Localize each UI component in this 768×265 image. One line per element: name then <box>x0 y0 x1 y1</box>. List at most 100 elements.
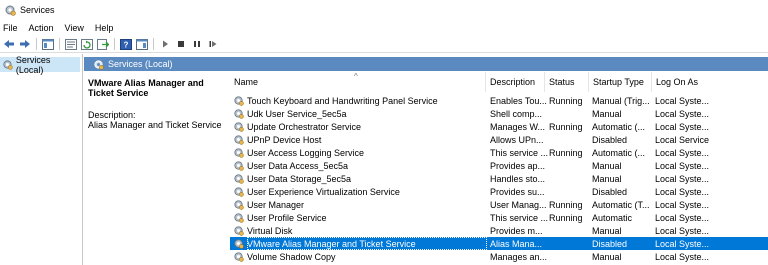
properties-icon[interactable] <box>64 38 77 51</box>
service-gear-icon <box>233 238 244 249</box>
service-log-on-as-cell: Local Syste... <box>655 225 710 236</box>
service-name-cell: User Profile Service <box>247 212 327 223</box>
service-description-cell: Enables Tou... <box>490 95 547 106</box>
services-gear-icon <box>94 59 104 70</box>
service-description-cell: Alias Mana... <box>490 238 543 249</box>
menu-action[interactable]: Action <box>29 23 54 33</box>
table-row[interactable]: User Access Logging Service This service … <box>230 146 768 159</box>
table-row[interactable]: Update Orchestrator Service Manages W... R… <box>230 120 768 133</box>
service-gear-icon <box>233 121 244 132</box>
service-name-cell: Virtual Disk <box>247 225 293 236</box>
service-startup-type-cell: Disabled <box>592 134 628 145</box>
service-description-cell: This service ... <box>490 147 548 158</box>
service-description-cell: Provides m... <box>490 225 543 236</box>
menu-file[interactable]: File <box>3 23 18 33</box>
service-description-cell: Shell comp... <box>490 108 543 119</box>
service-name-cell: Touch Keyboard and Handwriting Panel Ser… <box>247 95 438 106</box>
menu-bar: File Action View Help <box>0 20 768 36</box>
description-label: Description: <box>88 110 136 120</box>
service-status-cell <box>549 250 594 263</box>
column-header-row: ^ Name Description Status Startup Type L… <box>230 72 768 92</box>
service-status-cell: Running <box>549 95 583 106</box>
service-startup-type-cell: Disabled <box>592 238 628 249</box>
service-status-cell: Running <box>549 212 583 223</box>
table-row[interactable]: Virtual Disk Provides m... Manual Local Sys… <box>230 224 768 237</box>
service-startup-type-cell: Automatic <box>592 212 633 223</box>
service-startup-type-cell: Automatic (T... <box>592 199 650 210</box>
service-status-cell <box>549 172 594 185</box>
column-header-description[interactable]: Description <box>485 72 544 92</box>
table-row[interactable]: Touch Keyboard and Handwriting Panel Ser… <box>230 94 768 107</box>
service-status-cell <box>549 133 594 146</box>
console-tree: Services (Local) <box>0 54 83 265</box>
pause-icon[interactable] <box>190 38 203 51</box>
column-header-status[interactable]: Status <box>544 72 588 92</box>
pane-header: Services (Local) <box>84 57 768 71</box>
show-hide-tree-icon[interactable] <box>41 38 54 51</box>
service-log-on-as-cell: Local Syste... <box>655 173 710 184</box>
service-startup-type-cell: Manual (Trig... <box>592 95 650 106</box>
toolbar-separator <box>36 38 37 50</box>
service-startup-type-cell: Manual <box>592 173 622 184</box>
service-status-cell <box>549 237 594 250</box>
table-row[interactable]: User Data Storage_5ec5a Handles sto... Man… <box>230 172 768 185</box>
service-gear-icon <box>233 251 244 262</box>
service-log-on-as-cell: Local Syste... <box>655 121 710 132</box>
menu-view[interactable]: View <box>65 23 84 33</box>
column-header-name[interactable]: Name <box>230 72 485 92</box>
service-startup-type-cell: Manual <box>592 160 622 171</box>
back-icon[interactable] <box>2 38 15 51</box>
table-row[interactable]: VMware Alias Manager and Ticket Service A… <box>230 237 768 250</box>
table-row[interactable]: User Experience Virtualization Service Pr… <box>230 185 768 198</box>
refresh-icon[interactable] <box>80 38 93 51</box>
column-header-log-on-as[interactable]: Log On As <box>651 72 721 92</box>
tree-item-services-local[interactable]: Services (Local) <box>0 55 80 75</box>
service-startup-type-cell: Automatic (... <box>592 121 646 132</box>
export-list-icon[interactable] <box>96 38 109 51</box>
selected-service-title: VMware Alias Manager and Ticket Service <box>88 78 204 98</box>
service-log-on-as-cell: Local Syste... <box>655 95 710 106</box>
help-icon[interactable]: ? <box>119 38 132 51</box>
menu-help[interactable]: Help <box>95 23 114 33</box>
toolbar-separator <box>153 38 154 50</box>
service-name-cell: User Experience Virtualization Service <box>247 186 400 197</box>
table-row[interactable]: Udk User Service_5ec5a Shell comp... Manua… <box>230 107 768 120</box>
stop-icon[interactable] <box>174 38 187 51</box>
service-status-cell: Running <box>549 199 583 210</box>
table-row[interactable]: Volume Shadow Copy Manages an... Manual Loc… <box>230 250 768 263</box>
service-status-cell <box>549 224 594 237</box>
show-hide-action-pane-icon[interactable] <box>135 38 148 51</box>
service-name-cell: Udk User Service_5ec5a <box>247 108 347 119</box>
column-header-startup-type[interactable]: Startup Type <box>588 72 651 92</box>
service-gear-icon <box>233 199 244 210</box>
service-gear-icon <box>233 186 244 197</box>
service-status-cell: Running <box>549 121 583 132</box>
table-row[interactable]: User Profile Service This service ... Runn… <box>230 211 768 224</box>
table-row[interactable]: UPnP Device Host Allows UPn... Disabled Loc… <box>230 133 768 146</box>
service-name-cell: Volume Shadow Copy <box>247 251 336 262</box>
service-status-cell <box>549 107 594 120</box>
restart-icon[interactable] <box>206 38 219 51</box>
service-description-cell: Allows UPn... <box>490 134 544 145</box>
table-row[interactable]: User Data Access_5ec5a Provides ap... Manu… <box>230 159 768 172</box>
service-gear-icon <box>233 173 244 184</box>
service-gear-icon <box>233 212 244 223</box>
service-log-on-as-cell: Local Service <box>655 134 710 145</box>
service-name-cell: VMware Alias Manager and Ticket Service <box>247 237 487 250</box>
service-log-on-as-cell: Local Syste... <box>655 212 710 223</box>
service-status-cell <box>549 159 594 172</box>
services-gear-icon <box>5 5 16 16</box>
service-status-cell <box>549 185 594 198</box>
service-startup-type-cell: Manual <box>592 108 622 119</box>
service-startup-type-cell: Automatic (... <box>592 147 646 158</box>
table-row[interactable]: User Manager User Manag... Running Automati… <box>230 198 768 211</box>
service-startup-type-cell: Manual <box>592 225 622 236</box>
start-icon[interactable] <box>158 38 171 51</box>
service-description-cell: User Manag... <box>490 199 547 210</box>
service-description-cell: Handles sto... <box>490 173 546 184</box>
service-gear-icon <box>233 160 244 171</box>
forward-icon[interactable] <box>18 38 31 51</box>
toolbar: ? <box>0 36 768 53</box>
service-description-cell: Manages an... <box>490 251 548 262</box>
service-name-cell: User Manager <box>247 199 305 210</box>
